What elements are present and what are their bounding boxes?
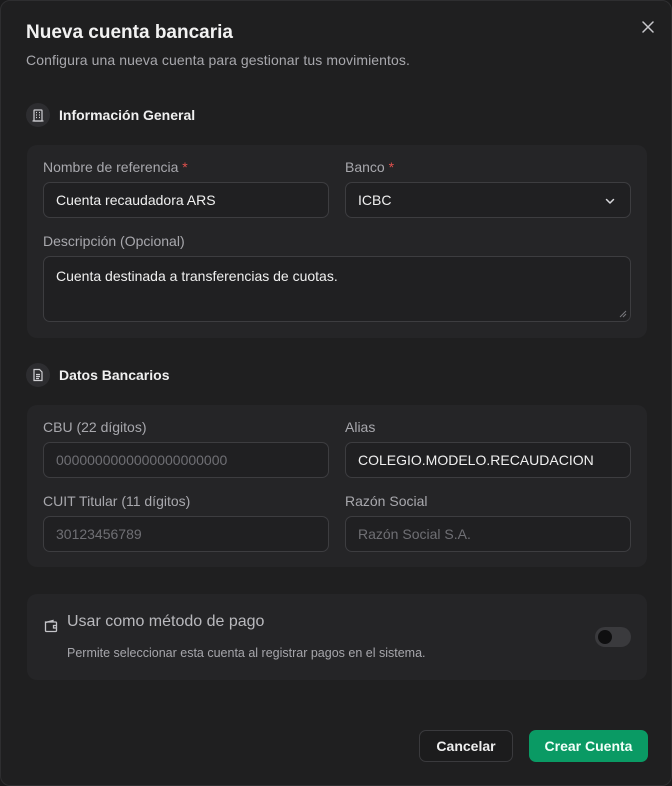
- resize-handle-icon[interactable]: [619, 310, 627, 318]
- name-label: Nombre de referencia *: [43, 159, 188, 175]
- building-icon: [32, 109, 44, 122]
- cuit-input[interactable]: 30123456789: [43, 516, 329, 552]
- cbu-input[interactable]: 0000000000000000000000: [43, 442, 329, 478]
- name-input[interactable]: Cuenta recaudadora ARS: [43, 182, 329, 218]
- cbu-label: CBU (22 dígitos): [43, 419, 147, 435]
- dialog-subtitle: Configura una nueva cuenta para gestiona…: [26, 52, 411, 68]
- payment-method-toggle[interactable]: [595, 627, 631, 647]
- banking-section-title: Datos Bancarios: [59, 367, 170, 383]
- payment-method-title: Usar como método de pago: [67, 613, 265, 630]
- document-icon: [33, 368, 43, 382]
- chevron-down-icon: [605, 198, 615, 204]
- alias-input[interactable]: COLEGIO.MODELO.RECAUDACION: [345, 442, 631, 478]
- cancel-button[interactable]: Cancelar: [419, 730, 513, 762]
- business-name-label: Razón Social: [345, 493, 428, 509]
- description-label: Descripción (Opcional): [43, 233, 185, 249]
- general-card: Nombre de referencia * Cuenta recaudador…: [27, 145, 647, 338]
- wallet-icon: [44, 619, 58, 633]
- cuit-label: CUIT Titular (11 dígitos): [43, 493, 191, 509]
- banking-card: CBU (22 dígitos) 0000000000000000000000 …: [27, 405, 647, 567]
- toggle-knob: [598, 630, 612, 644]
- payment-method-description: Permite seleccionar esta cuenta al regis…: [67, 646, 426, 660]
- general-section-title: Información General: [59, 107, 196, 123]
- close-icon: [642, 21, 654, 33]
- bank-select[interactable]: ICBC: [345, 182, 631, 218]
- required-mark: *: [388, 159, 395, 175]
- bank-label: Banco *: [345, 159, 395, 175]
- payment-method-card: Usar como método de pago Permite selecci…: [27, 594, 647, 680]
- create-account-button[interactable]: Crear Cuenta: [529, 730, 648, 762]
- dialog-title: Nueva cuenta bancaria: [26, 22, 233, 43]
- close-button[interactable]: [638, 17, 658, 37]
- business-name-input[interactable]: Razón Social S.A.: [345, 516, 631, 552]
- banking-section-header: Datos Bancarios: [26, 363, 169, 387]
- alias-label: Alias: [345, 419, 376, 435]
- general-section-header: Información General: [26, 103, 195, 127]
- new-bank-account-dialog: Nueva cuenta bancaria Configura una nuev…: [0, 0, 672, 786]
- description-textarea[interactable]: Cuenta destinada a transferencias de cuo…: [43, 256, 631, 322]
- required-mark: *: [182, 159, 188, 175]
